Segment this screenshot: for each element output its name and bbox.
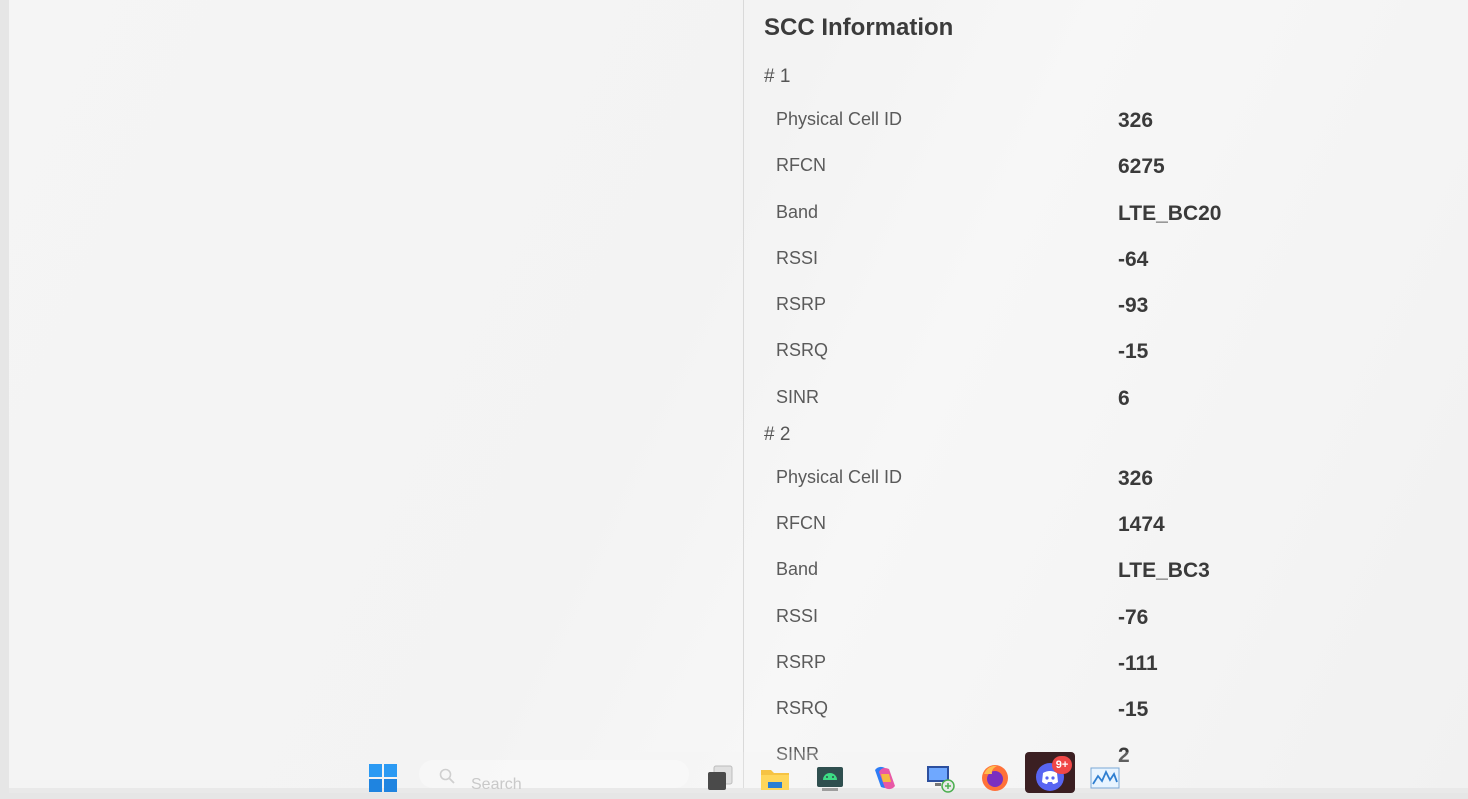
scc-group-heading: # 2: [764, 424, 791, 445]
notification-badge: 9+: [1052, 756, 1072, 774]
router-status-page: SCC Information # 1 Physical Cell ID 326…: [9, 0, 1468, 788]
row-value: LTE_BC20: [1118, 202, 1222, 225]
row-value: 6275: [1118, 155, 1165, 178]
row-label: Band: [776, 202, 819, 222]
row-label: RSRQ: [776, 698, 829, 718]
row-label: Band: [776, 559, 819, 579]
firefox-icon[interactable]: [979, 762, 1011, 794]
row-label: RSRP: [776, 294, 827, 314]
search-placeholder: Search: [471, 776, 522, 793]
row-value: -93: [1118, 294, 1149, 317]
scc-information-panel: SCC Information # 1 Physical Cell ID 326…: [744, 0, 1468, 788]
taskbar: Search 9+: [9, 752, 1468, 793]
row-value: 6: [1118, 387, 1130, 410]
windows-start-icon[interactable]: [367, 762, 399, 794]
row-label: RSRP: [776, 652, 827, 672]
row-value: 326: [1118, 467, 1154, 490]
row-label: Physical Cell ID: [776, 467, 903, 487]
row-label: RFCN: [776, 155, 826, 175]
row-value: -15: [1118, 340, 1149, 363]
row-value: 326: [1118, 109, 1154, 132]
task-view-icon[interactable]: [705, 762, 737, 794]
row-label: RFCN: [776, 513, 826, 533]
row-label: RSRQ: [776, 340, 829, 360]
row-value: LTE_BC3: [1118, 559, 1210, 582]
row-label: SINR: [776, 387, 820, 407]
taskbar-search-box[interactable]: Search: [419, 760, 689, 793]
left-pane: [9, 0, 743, 788]
row-label: RSSI: [776, 606, 819, 626]
row-value: -76: [1118, 606, 1149, 629]
row-value: 1474: [1118, 513, 1165, 536]
android-studio-icon[interactable]: [814, 762, 846, 794]
row-label: RSSI: [776, 248, 819, 268]
row-value: -15: [1118, 698, 1149, 721]
section-title: SCC Information: [764, 14, 954, 41]
copilot-icon[interactable]: [869, 762, 901, 794]
discord-taskbar-button[interactable]: 9+: [1025, 752, 1075, 793]
remote-desktop-icon[interactable]: [924, 762, 956, 794]
search-icon: [439, 768, 455, 784]
row-value: -111: [1118, 652, 1158, 675]
file-explorer-icon[interactable]: [759, 762, 791, 794]
row-label: Physical Cell ID: [776, 109, 903, 129]
resource-monitor-icon[interactable]: [1089, 762, 1121, 794]
scc-group-heading: # 1: [764, 66, 791, 87]
row-value: -64: [1118, 248, 1149, 271]
